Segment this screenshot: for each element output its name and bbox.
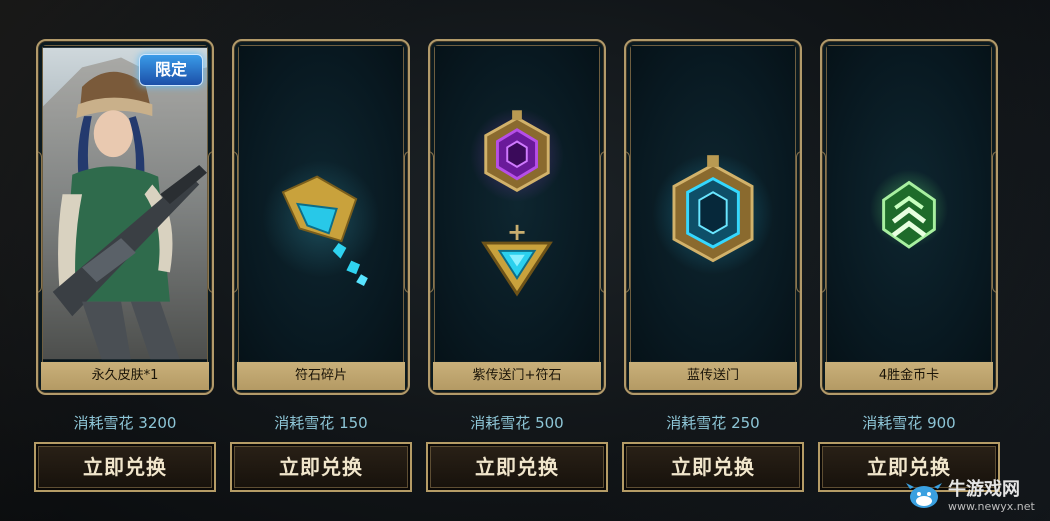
card-frame-notch (208, 151, 212, 293)
item-cost: 消耗雪花 250 (666, 414, 760, 432)
item-cost: 消耗雪花 3200 (73, 414, 177, 432)
limited-badge: 限定 (139, 54, 203, 86)
reward-card-skin[interactable]: 限定 永久皮肤*1 (36, 39, 214, 395)
card-frame-notch (430, 151, 434, 293)
item-name: 蓝传送门 (629, 362, 797, 390)
redeem-button[interactable]: 立即兑换 (426, 442, 608, 492)
item-cost: 消耗雪花 900 (862, 414, 956, 432)
card-frame-notch (626, 151, 630, 293)
purple-portal-icon (470, 108, 564, 203)
redeem-button[interactable]: 立即兑换 (34, 442, 216, 492)
card-frame-notch (38, 151, 42, 293)
reward-card-gold-card[interactable]: 4胜金币卡 (820, 39, 998, 395)
card-art-area (827, 46, 991, 361)
reward-card-purple-portal[interactable]: + 紫传送门+符石 (428, 39, 606, 395)
reward-card-blue-portal[interactable]: 蓝传送门 (624, 39, 802, 395)
site-watermark: 牛游戏网 www.newyx.net (904, 475, 1044, 517)
card-art-area: + (435, 46, 599, 361)
cow-logo-icon (906, 483, 942, 508)
card-frame-notch (992, 151, 996, 293)
watermark-name: 牛游戏网 (948, 479, 1020, 500)
redeem-button[interactable]: 立即兑换 (622, 442, 804, 492)
gold-card-icon (869, 169, 949, 249)
card-frame-notch (822, 151, 826, 293)
reward-card-rune-shard[interactable]: 符石碎片 (232, 39, 410, 395)
rune-shard-icon (262, 160, 380, 286)
blue-portal-icon (652, 153, 774, 275)
item-cost: 消耗雪花 150 (274, 414, 368, 432)
card-frame-notch (796, 151, 800, 293)
card-art-area (239, 46, 403, 361)
item-cost: 消耗雪花 500 (470, 414, 564, 432)
item-name: 紫传送门+符石 (433, 362, 601, 390)
plus-sign: + (506, 218, 528, 246)
redeem-button[interactable]: 立即兑换 (230, 442, 412, 492)
card-frame-notch (404, 151, 408, 293)
card-art-area: 限定 (43, 46, 207, 361)
item-name: 4胜金币卡 (825, 362, 993, 390)
card-frame-notch (234, 151, 238, 293)
item-name: 永久皮肤*1 (41, 362, 209, 390)
watermark-url: www.newyx.net (948, 500, 1035, 513)
card-frame-notch (600, 151, 604, 293)
item-name: 符石碎片 (237, 362, 405, 390)
skin-portrait (43, 47, 207, 360)
card-art-area (631, 46, 795, 361)
